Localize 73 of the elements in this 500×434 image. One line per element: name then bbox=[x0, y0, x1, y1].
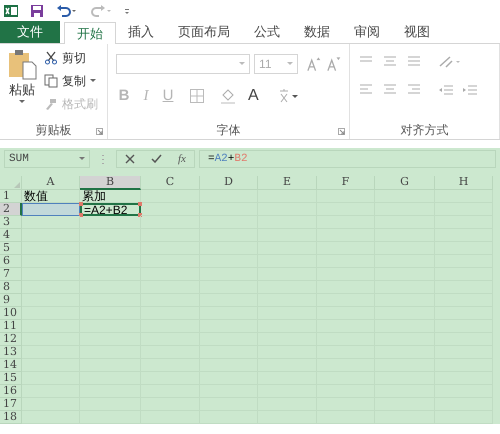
customize-icon[interactable] bbox=[124, 6, 130, 16]
ribbon-tab[interactable]: 公式 bbox=[242, 21, 292, 43]
caret-icon bbox=[90, 79, 96, 83]
column-header[interactable]: H bbox=[435, 176, 493, 190]
row-header[interactable]: 15 bbox=[0, 372, 22, 385]
font-color-button[interactable]: A bbox=[248, 84, 259, 108]
brush-icon bbox=[44, 97, 58, 111]
dialog-launcher-icon[interactable] bbox=[338, 128, 345, 135]
select-all-icon[interactable] bbox=[13, 181, 21, 189]
orientation-icon[interactable] bbox=[438, 54, 462, 70]
group-label: 对齐方式 bbox=[400, 122, 448, 139]
row-header[interactable]: 14 bbox=[0, 359, 22, 372]
insert-function-button[interactable]: fx bbox=[178, 150, 186, 168]
row-header[interactable]: 9 bbox=[0, 294, 22, 307]
table-cell[interactable] bbox=[22, 203, 80, 216]
row-header[interactable]: 18 bbox=[0, 411, 22, 424]
clipboard-button[interactable]: 复制 bbox=[44, 71, 98, 91]
ribbon-tab[interactable]: 开始 bbox=[64, 22, 116, 44]
save-icon[interactable] bbox=[30, 4, 44, 18]
scissors-icon bbox=[44, 51, 58, 65]
group-label: 剪贴板 bbox=[36, 122, 72, 139]
row-header[interactable]: 11 bbox=[0, 320, 22, 333]
ribbon-tab[interactable]: 数据 bbox=[292, 21, 342, 43]
group-label: 字体 bbox=[216, 122, 240, 139]
caret-icon bbox=[239, 62, 246, 66]
ribbon-tab[interactable]: 视图 bbox=[392, 21, 442, 43]
row-header[interactable]: 17 bbox=[0, 398, 22, 411]
table-cell[interactable]: =A2+B2 bbox=[80, 203, 141, 216]
caret-icon bbox=[19, 100, 25, 104]
ribbon-tab[interactable]: 插入 bbox=[116, 21, 166, 43]
border-icon[interactable] bbox=[190, 89, 206, 103]
resize-handle[interactable] bbox=[138, 202, 142, 206]
shrink-font-icon[interactable] bbox=[326, 56, 341, 72]
paste-button[interactable]: 粘贴 bbox=[4, 48, 40, 121]
row-header[interactable]: 2 bbox=[0, 203, 22, 216]
ribbon-tab[interactable]: 审阅 bbox=[342, 21, 392, 43]
column-header[interactable]: C bbox=[141, 176, 200, 190]
undo-icon[interactable] bbox=[56, 4, 78, 18]
column-header[interactable]: F bbox=[317, 176, 375, 190]
row-header[interactable]: 10 bbox=[0, 307, 22, 320]
resize-handle[interactable] bbox=[79, 202, 83, 206]
close-icon[interactable] bbox=[125, 154, 135, 164]
column-header[interactable]: E bbox=[258, 176, 317, 190]
row-header[interactable]: 3 bbox=[0, 216, 22, 229]
copy-icon bbox=[44, 74, 58, 88]
column-header[interactable]: G bbox=[375, 176, 435, 190]
row-header[interactable]: 13 bbox=[0, 346, 22, 359]
row-header[interactable]: 7 bbox=[0, 268, 22, 281]
font-name-field[interactable] bbox=[116, 54, 250, 74]
clipboard-button[interactable]: 剪切 bbox=[44, 48, 98, 68]
row-header[interactable]: 6 bbox=[0, 255, 22, 268]
resize-handle[interactable] bbox=[138, 213, 142, 217]
redo-icon[interactable] bbox=[90, 4, 112, 18]
name-box[interactable]: SUM bbox=[4, 150, 90, 168]
resize-handle[interactable] bbox=[79, 213, 83, 217]
grow-font-icon[interactable] bbox=[306, 56, 322, 72]
column-header[interactable]: D bbox=[200, 176, 258, 190]
formula-field[interactable]: =A2+B2 bbox=[198, 150, 496, 168]
ribbon-tab[interactable]: 页面布局 bbox=[166, 21, 242, 43]
row-header[interactable]: 16 bbox=[0, 385, 22, 398]
excel-logo-icon[interactable] bbox=[4, 4, 18, 18]
row-header[interactable]: 4 bbox=[0, 229, 22, 242]
row-header[interactable]: 12 bbox=[0, 333, 22, 346]
row-header[interactable]: 5 bbox=[0, 242, 22, 255]
check-icon[interactable] bbox=[151, 154, 162, 164]
column-header[interactable]: B bbox=[80, 176, 141, 190]
fill-bucket-icon[interactable] bbox=[220, 88, 238, 104]
caret-icon bbox=[287, 62, 294, 66]
row-header[interactable]: 8 bbox=[0, 281, 22, 294]
dialog-launcher-icon[interactable] bbox=[96, 128, 103, 135]
ribbon-tab[interactable]: 文件 bbox=[0, 21, 60, 43]
caret-icon bbox=[79, 157, 85, 161]
clipboard-icon bbox=[6, 48, 38, 80]
